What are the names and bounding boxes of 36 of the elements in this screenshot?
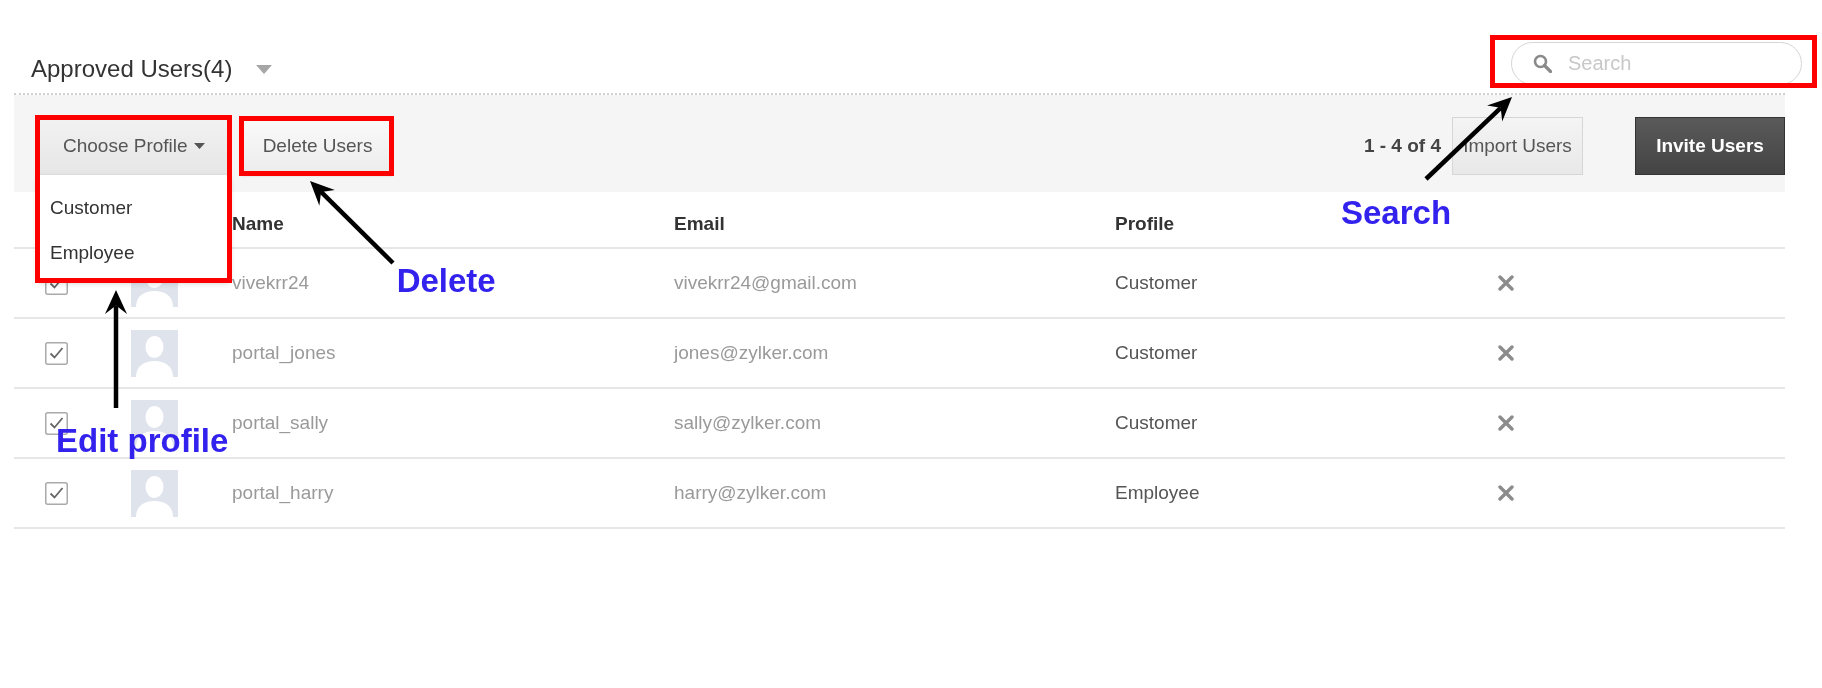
choose-profile-button[interactable]: Choose Profile — [38, 117, 230, 175]
search-icon — [1533, 54, 1552, 73]
invite-users-button[interactable]: Invite Users — [1635, 117, 1785, 175]
user-email: sally@zylker.com — [674, 410, 822, 435]
profile-option[interactable]: Customer — [38, 185, 230, 230]
user-profile: Customer — [1115, 270, 1198, 295]
avatar-icon — [131, 329, 178, 377]
caret-icon[interactable] — [256, 65, 273, 74]
page-title: Approved Users(4) — [31, 55, 233, 83]
email-column-header: Email — [674, 212, 725, 237]
user-name: vivekrr24 — [232, 270, 310, 295]
user-name: portal_sally — [232, 410, 329, 436]
annotation-label: Search — [1341, 195, 1452, 232]
close-icon[interactable] — [1498, 485, 1514, 501]
user-email: harry@zylker.com — [674, 480, 827, 505]
close-icon[interactable] — [1498, 415, 1514, 431]
user-email: vivekrr24@gmail.com — [674, 270, 857, 295]
user-profile: Customer — [1115, 410, 1198, 435]
import-users-button[interactable]: Import Users — [1452, 117, 1583, 175]
user-name: portal_harry — [232, 480, 334, 506]
user-profile: Employee — [1115, 480, 1200, 505]
close-icon[interactable] — [1498, 275, 1514, 291]
caret-icon — [193, 143, 205, 149]
close-icon[interactable] — [1498, 345, 1514, 361]
user-name: portal_jones — [232, 340, 336, 366]
annotation-label: Delete — [396, 263, 496, 300]
avatar-icon — [131, 469, 178, 517]
row-checkbox[interactable] — [45, 481, 68, 505]
user-email: jones@zylker.com — [674, 340, 829, 365]
profile-column-header: Profile — [1115, 212, 1175, 237]
profile-option[interactable]: Employee — [38, 230, 230, 275]
row-checkbox[interactable] — [45, 341, 68, 365]
user-profile: Customer — [1115, 340, 1198, 365]
annotation-label: Edit profile — [56, 423, 229, 460]
name-column-header: Name — [232, 212, 284, 237]
range-text: 1 - 4 of 4 — [1363, 133, 1441, 158]
